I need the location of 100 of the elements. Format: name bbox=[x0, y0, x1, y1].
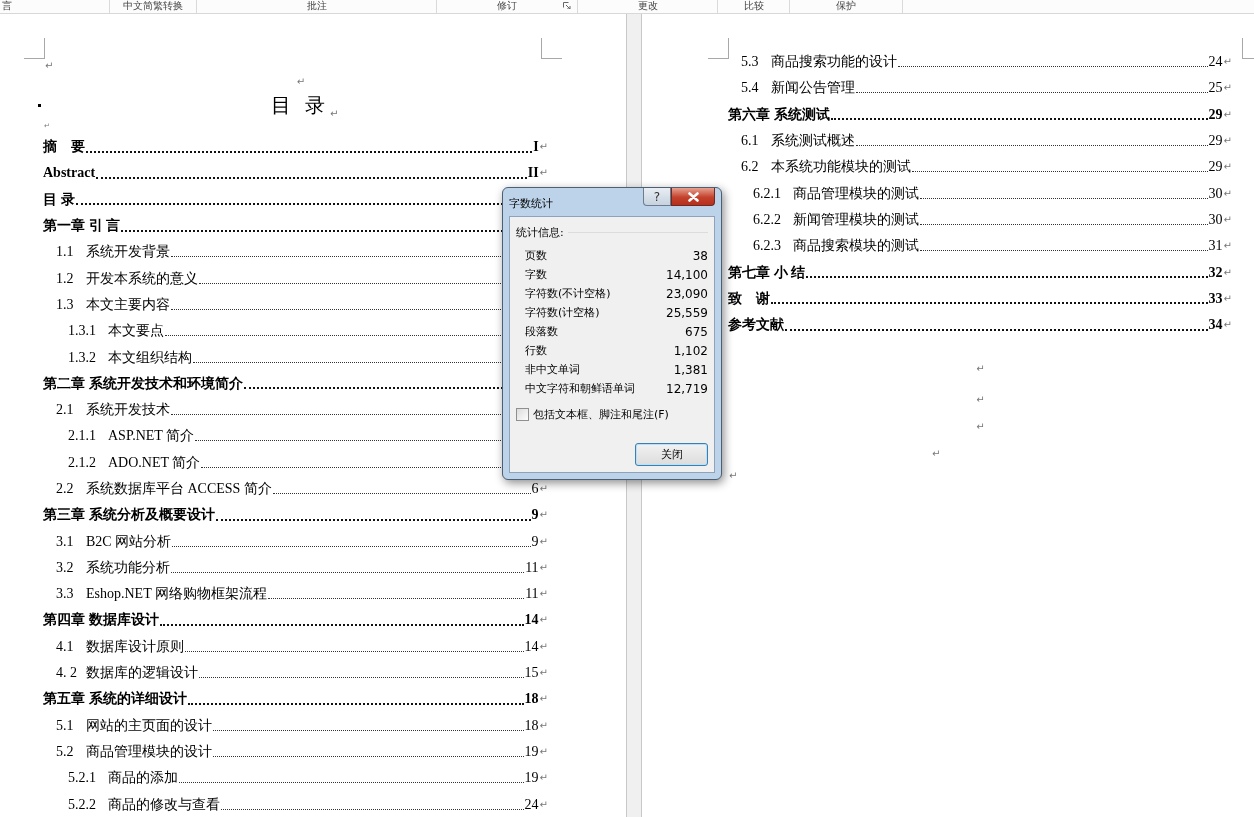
entry-title: 本文组织结构 bbox=[108, 348, 192, 367]
entry-title: ASP.NET 简介 bbox=[108, 427, 195, 446]
entry-number: 1.3.1 bbox=[68, 323, 97, 340]
group-label: 保护 bbox=[836, 0, 856, 12]
entry-title: 目 录 bbox=[43, 190, 75, 209]
paragraph-mark: ↵ bbox=[539, 168, 548, 179]
paragraph-mark: ↵ bbox=[539, 720, 548, 731]
stat-label: 行数 bbox=[525, 343, 548, 359]
paragraph-mark: ↵ bbox=[330, 108, 339, 119]
entry-number: 6.1 bbox=[741, 133, 760, 150]
entry-number: 2.1.2 bbox=[68, 454, 97, 471]
close-dialog-button[interactable]: 关闭 bbox=[635, 443, 708, 466]
page-number: 33 bbox=[1208, 290, 1223, 307]
entry-number: 6.2.3 bbox=[753, 238, 782, 255]
page-number: 24 bbox=[524, 796, 539, 813]
group-label: 中文简繁转换 bbox=[123, 0, 183, 12]
entry-title: 第一章 引 言 bbox=[43, 217, 120, 236]
entry-title: 摘 要 bbox=[43, 138, 85, 157]
entry-title: 系统测试概述 bbox=[771, 132, 855, 151]
paragraph-mark: ↵ bbox=[539, 615, 548, 626]
page-number: 30 bbox=[1208, 185, 1223, 202]
stat-value: 675 bbox=[684, 324, 708, 340]
entry-number: 3.1 bbox=[56, 533, 75, 550]
entry-number: 1.2 bbox=[56, 270, 75, 287]
entry-title: 新闻公告管理 bbox=[771, 79, 855, 98]
stat-value: 1,102 bbox=[672, 343, 708, 359]
stat-label: 非中文单词 bbox=[525, 362, 581, 378]
entry-number: 3.2 bbox=[56, 559, 75, 576]
paragraph-mark: ↵ bbox=[45, 61, 54, 71]
paragraph-mark: ↵ bbox=[539, 773, 548, 784]
entry-number: 5.2 bbox=[56, 743, 75, 760]
stat-value: 25,559 bbox=[666, 305, 708, 321]
paragraph-mark: ↵ bbox=[539, 746, 548, 757]
page-number: I bbox=[533, 139, 539, 156]
entry-number: 1.3 bbox=[56, 296, 75, 313]
entry-title: 本系统功能模块的测试 bbox=[771, 158, 911, 177]
page-number: 14 bbox=[524, 612, 539, 629]
paragraph-mark: ↵ bbox=[1223, 162, 1232, 173]
entry-title: 开发本系统的意义 bbox=[86, 269, 198, 288]
group-label: 修订 bbox=[497, 0, 517, 12]
paragraph-mark: ↵ bbox=[539, 484, 548, 494]
page-number: 6 bbox=[531, 481, 539, 497]
entry-title: ADO.NET 简介 bbox=[108, 453, 201, 472]
page-number: 19 bbox=[524, 770, 539, 787]
paragraph-mark: ↵ bbox=[1223, 57, 1232, 68]
group-label: 统计信息: bbox=[516, 225, 564, 240]
entry-number: 5.2.2 bbox=[68, 796, 97, 813]
page-number: 19 bbox=[524, 743, 539, 760]
checkbox[interactable] bbox=[516, 408, 529, 421]
paragraph-mark: ↵ bbox=[539, 641, 548, 652]
entry-title: 新闻管理模块的测试 bbox=[793, 210, 919, 229]
group-label: 比较 bbox=[743, 0, 764, 12]
close-icon bbox=[687, 191, 699, 202]
entry-title: 本文要点 bbox=[108, 322, 164, 341]
page-number: 29 bbox=[1208, 159, 1223, 176]
entry-title: 商品搜索模块的测试 bbox=[793, 237, 919, 256]
entry-title: 商品管理模块的测试 bbox=[793, 184, 919, 203]
entry-title: 本文主要内容 bbox=[86, 295, 170, 314]
entry-title: 第四章 数据库设计 bbox=[43, 611, 159, 630]
entry-number: 4.1 bbox=[56, 638, 75, 655]
stat-label: 页数 bbox=[525, 248, 548, 264]
stat-value: 12,719 bbox=[666, 381, 708, 397]
entry-title: Eshop.NET 网络购物框架流程 bbox=[86, 585, 267, 604]
stat-value: 23,090 bbox=[666, 286, 708, 302]
entry-number: 6.2.2 bbox=[753, 211, 782, 228]
entry-number: 2.2 bbox=[56, 481, 75, 497]
entry-title: B2C 网站分析 bbox=[86, 532, 172, 551]
page-number: 18 bbox=[524, 691, 539, 708]
paragraph-mark: ↵ bbox=[1223, 109, 1232, 120]
page-number: 9 bbox=[531, 507, 539, 524]
stat-label: 字符数(计空格) bbox=[525, 305, 601, 321]
entry-title: 第三章 系统分析及概要设计 bbox=[43, 506, 215, 525]
paragraph-mark: ↵ bbox=[976, 364, 985, 375]
paragraph-mark: ↵ bbox=[1223, 214, 1232, 225]
entry-number: 2.1.1 bbox=[68, 428, 97, 445]
page-number: 18 bbox=[524, 717, 539, 734]
paragraph-mark: ↵ bbox=[539, 668, 548, 679]
page-number: 25 bbox=[1208, 80, 1223, 97]
paragraph-mark: ↵ bbox=[1223, 293, 1232, 304]
paragraph-mark: ↵ bbox=[1223, 267, 1232, 278]
entry-title: 系统功能分析 bbox=[86, 558, 170, 577]
anchor-mark bbox=[38, 103, 41, 107]
paragraph-mark: ↵ bbox=[1223, 320, 1232, 331]
stat-value: 14,100 bbox=[666, 267, 708, 283]
entry-title: 参考文献 bbox=[728, 316, 784, 335]
entry-number: 5.2.1 bbox=[68, 770, 97, 787]
help-button[interactable]: ? bbox=[643, 188, 671, 206]
page-number: 14 bbox=[524, 638, 539, 655]
entry-title: 网站的主页面的设计 bbox=[86, 716, 212, 735]
stat-label: 段落数 bbox=[525, 324, 559, 340]
close-button[interactable] bbox=[671, 188, 715, 206]
page-number: 32 bbox=[1208, 264, 1223, 281]
paragraph-mark: ↵ bbox=[296, 77, 306, 87]
entry-number: 5.3 bbox=[741, 54, 760, 71]
entry-title: 系统开发背景 bbox=[86, 243, 170, 262]
paragraph-mark: ↵ bbox=[1223, 136, 1232, 147]
group-label: 言 bbox=[2, 0, 12, 12]
entry-title: 商品搜索功能的设计 bbox=[771, 53, 897, 72]
entry-title: 第七章 小 结 bbox=[728, 263, 805, 282]
entry-number: 1.3.2 bbox=[68, 349, 97, 366]
